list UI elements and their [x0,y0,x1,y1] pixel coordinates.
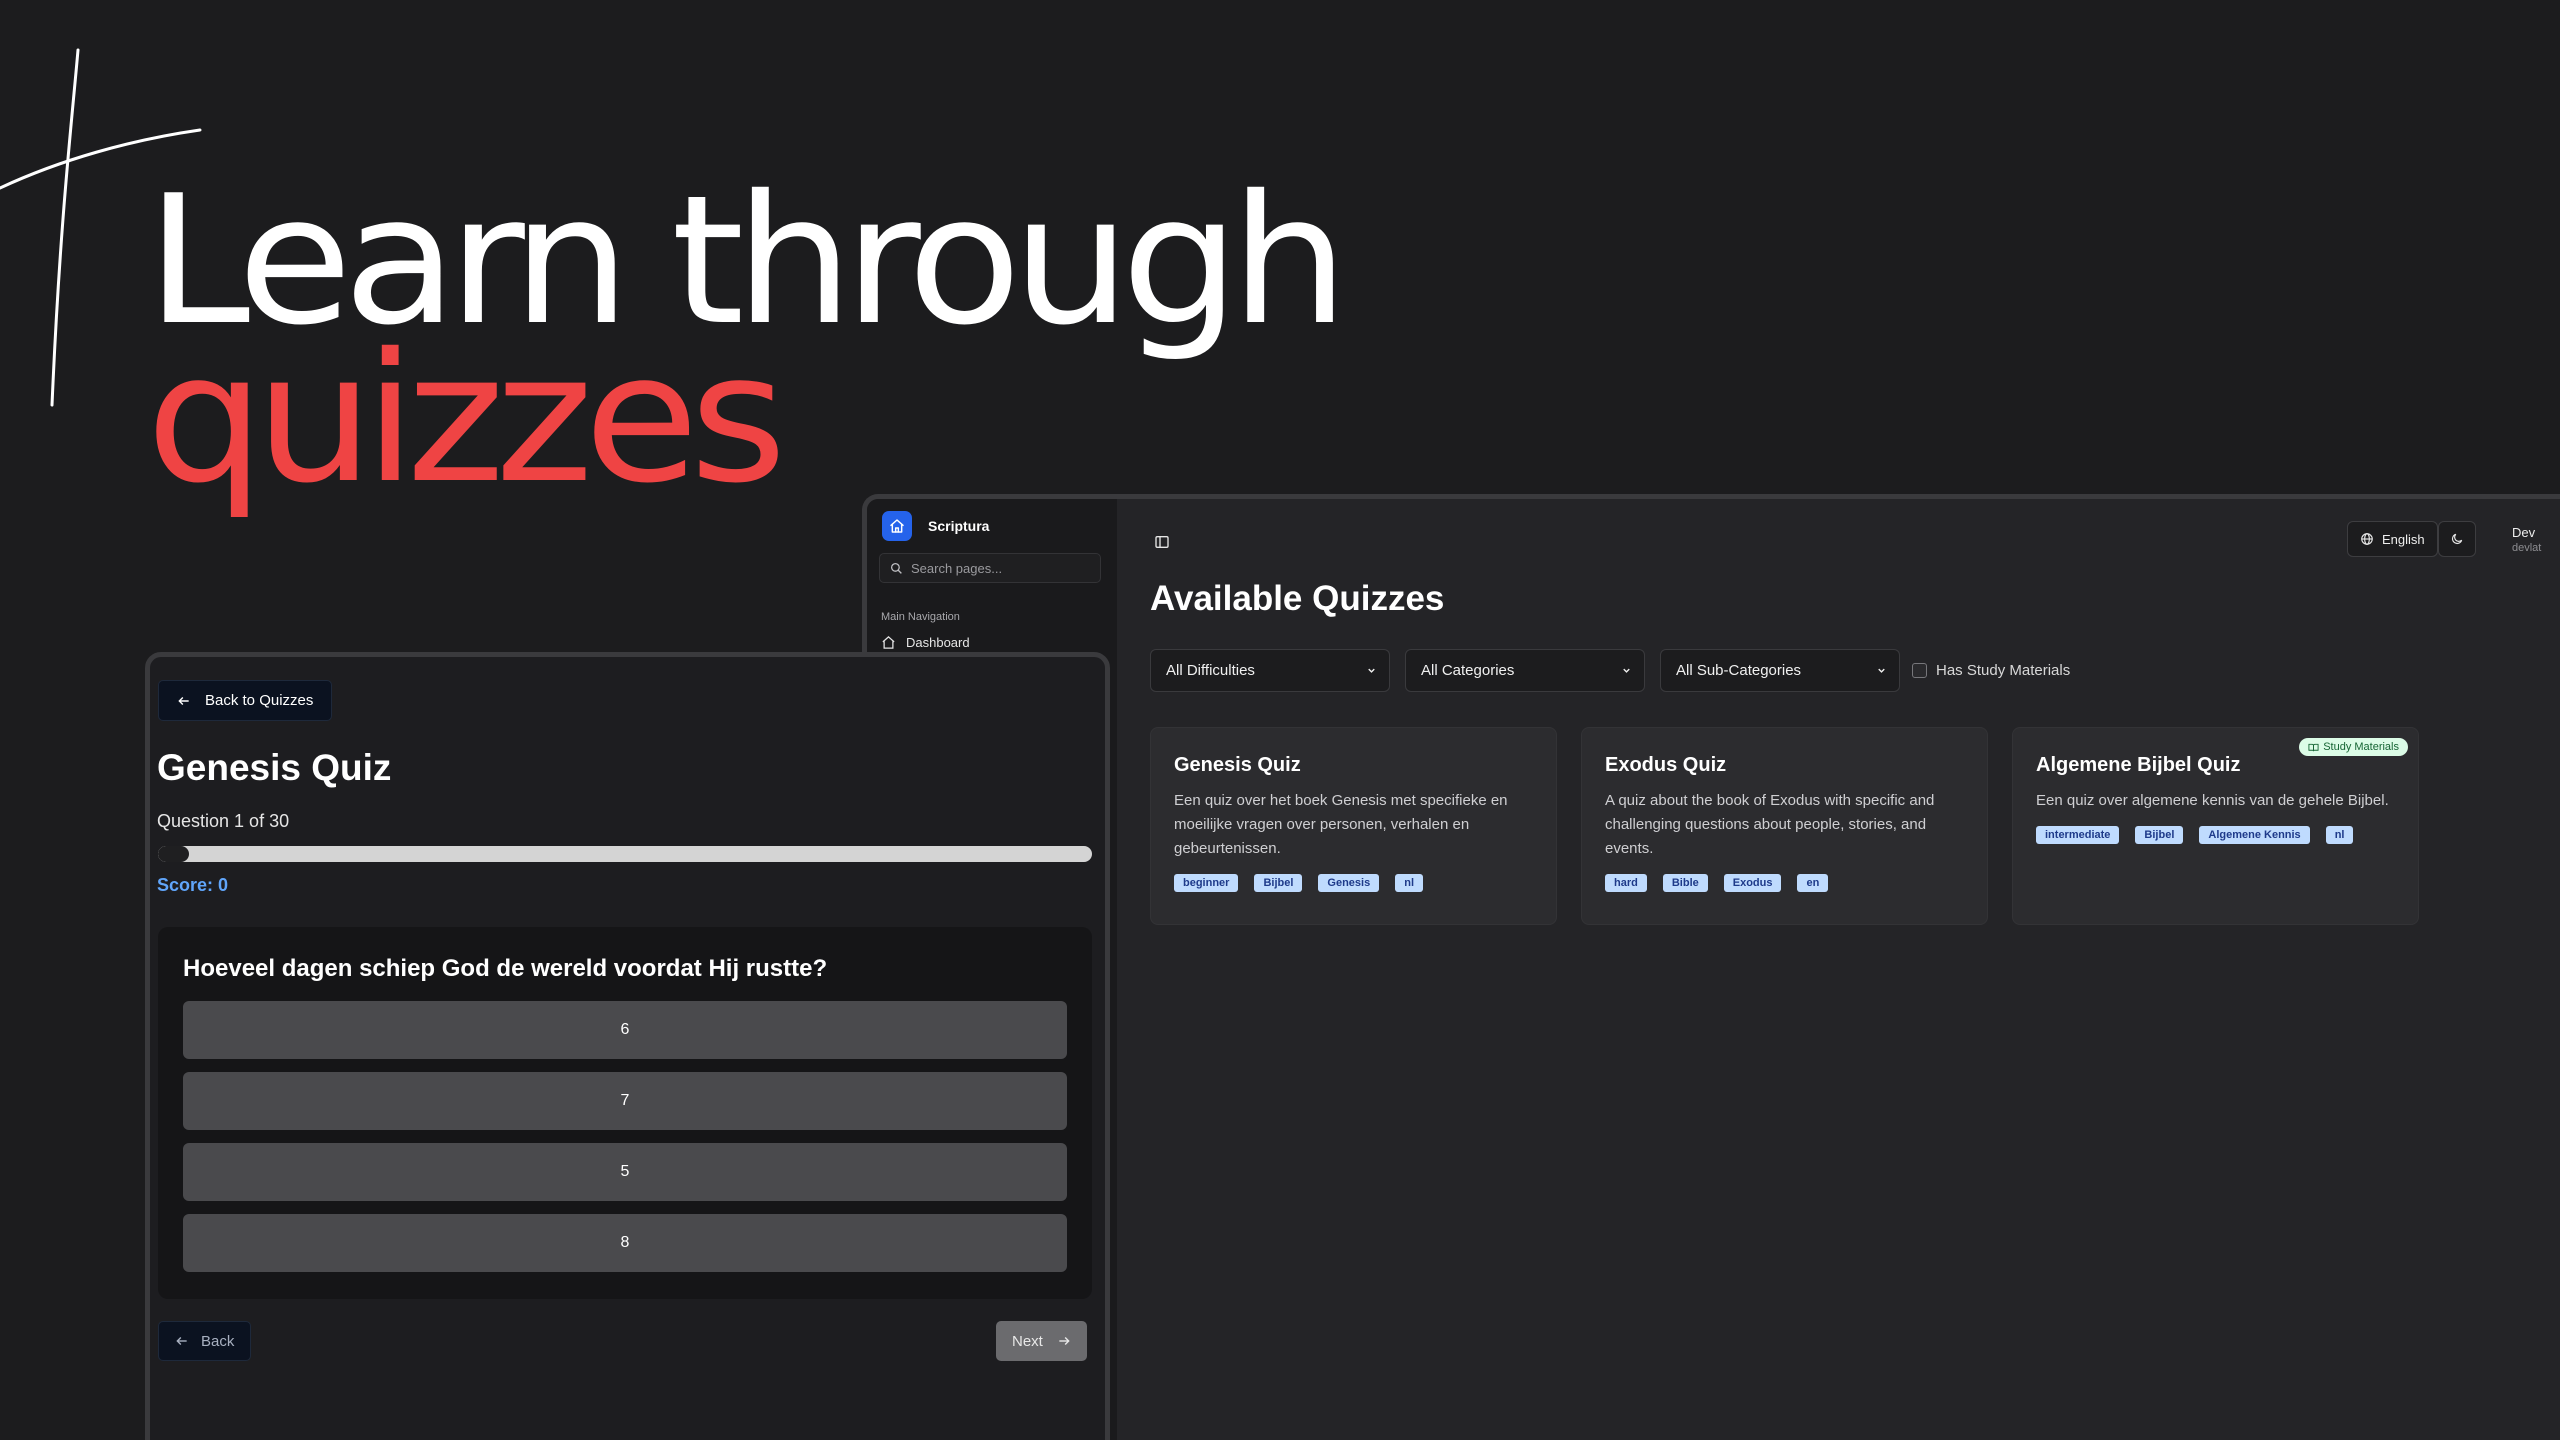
answer-option[interactable]: 7 [183,1072,1067,1130]
back-button[interactable]: Back [158,1321,252,1361]
home-icon [882,511,912,541]
arrow-left-icon [178,696,189,705]
answer-option[interactable]: 6 [183,1001,1067,1059]
theme-toggle-button[interactable] [2438,521,2476,557]
home-icon [882,636,895,649]
app-name: Scriptura [928,518,990,534]
next-button[interactable]: Next [996,1321,1087,1361]
language-button[interactable]: English [2347,521,2438,557]
question-text: Hoeveel dagen schiep God de wereld voord… [183,955,828,982]
category-select-value: All Categories [1421,662,1515,679]
difficulty-select-value: All Difficulties [1166,662,1255,679]
question-card: Hoeveel dagen schiep God de wereld voord… [158,927,1092,1299]
arrow-right-icon [1059,1337,1070,1345]
tag: Algemene Kennis [2199,826,2310,844]
chevron-down-icon [1878,668,1885,673]
difficulty-select[interactable]: All Difficulties [1150,649,1390,692]
quiz-card-tags: intermediate Bijbel Algemene Kennis nl [2036,826,2395,844]
quiz-card-description: Een quiz over algemene kennis van de geh… [2036,792,2389,809]
quiz-progress-fill [158,846,190,862]
tag: nl [2325,826,2354,844]
tag: en [1797,874,1829,892]
back-to-quizzes-label: Back to Quizzes [205,692,314,709]
search-icon [890,562,902,574]
quiz-card-description: Een quiz over het boek Genesis met speci… [1174,792,1508,857]
quiz-card[interactable]: Study Materials Algemene Bijbel Quiz Een… [2012,727,2419,925]
chevron-down-icon [1623,668,1630,673]
sub-category-select[interactable]: All Sub-Categories [1660,649,1900,692]
tag: Genesis [1318,874,1380,892]
sidebar-brand[interactable]: Scriptura [882,511,989,541]
quiz-card-description: A quiz about the book of Exodus with spe… [1605,792,1935,857]
question-counter: Question 1 of 30 [157,811,290,831]
sidebar-item-dashboard[interactable]: Dashboard [881,635,970,650]
arrow-left-icon [176,1337,187,1345]
study-materials-checkbox[interactable] [1912,663,1927,678]
quiz-progress-bar [158,846,1092,862]
next-button-label: Next [1012,1332,1043,1350]
hero-headline: Learn through quizzes [146,172,1349,508]
user-name[interactable]: Dev [2512,525,2535,540]
quiz-card-list: Genesis Quiz Een quiz over het boek Gene… [1150,727,2419,925]
globe-icon [2361,533,2373,545]
chevron-down-icon [1368,668,1375,673]
tag: Exodus [1723,874,1782,892]
sidebar-item-label: Dashboard [906,635,970,650]
quiz-card-tags: beginner Bijbel Genesis nl [1174,874,1533,892]
quiz-card-tags: hard Bible Exodus en [1605,874,1964,892]
sub-category-select-value: All Sub-Categories [1676,662,1802,679]
moon-icon [2452,533,2463,544]
sidebar-toggle-icon[interactable] [1154,534,1170,555]
quiz-card[interactable]: Genesis Quiz Een quiz over het boek Gene… [1150,727,1557,925]
tag: Bijbel [1254,874,1303,892]
filter-bar: All Difficulties All Categories All Sub-… [1150,649,2070,692]
category-select[interactable]: All Categories [1405,649,1645,692]
page-title: Available Quizzes [1150,579,1445,618]
study-materials-label: Has Study Materials [1936,662,2071,679]
study-materials-filter[interactable]: Has Study Materials [1912,662,2070,679]
quiz-card-title: Genesis Quiz [1174,754,1301,776]
study-materials-badge-label: Study Materials [2323,741,2399,753]
quiz-title: Genesis Quiz [157,747,392,788]
answer-option[interactable]: 8 [183,1214,1067,1272]
back-to-quizzes-button[interactable]: Back to Quizzes [158,680,333,721]
tag: nl [1395,874,1423,892]
study-materials-badge: Study Materials [2299,738,2408,756]
search-input[interactable] [911,560,1091,576]
nav-section-label: Main Navigation [881,611,960,623]
tag: Bible [1662,874,1708,892]
main-content: English Dev devlat Available Quizzes All… [1117,499,2560,1440]
quiz-card-title: Exodus Quiz [1605,754,1727,776]
tag: beginner [1174,874,1239,892]
score-label: Score: 0 [157,875,229,895]
quiz-card-title: Algemene Bijbel Quiz [2036,754,2241,776]
tag: hard [1605,874,1647,892]
user-subtitle: devlat [2512,542,2542,554]
answer-option[interactable]: 5 [183,1143,1067,1201]
dashboard-window: Scriptura Main Navigation Dashboard Engl… [862,494,2560,1440]
sidebar-search[interactable] [879,553,1101,583]
back-button-label: Back [201,1332,235,1350]
tag: intermediate [2036,826,2120,844]
book-icon [2308,743,2319,751]
quiz-window: Back to Quizzes Genesis Quiz Question 1 … [145,652,1110,1440]
tag: Bijbel [2135,826,2184,844]
quiz-card[interactable]: Exodus Quiz A quiz about the book of Exo… [1581,727,1988,925]
language-label: English [2382,531,2425,547]
